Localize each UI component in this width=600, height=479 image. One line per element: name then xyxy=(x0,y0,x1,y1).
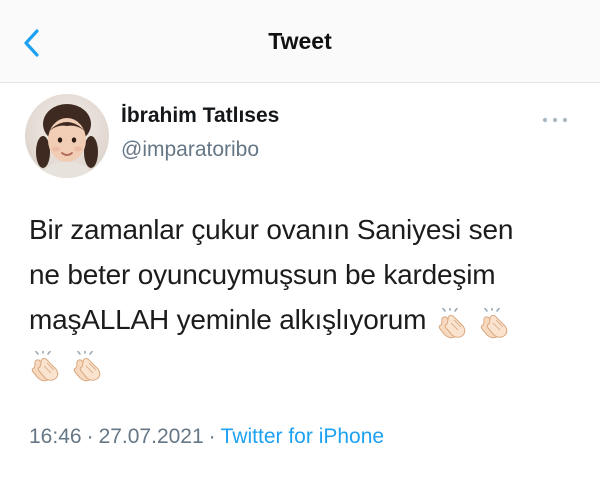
tweet-text-line: ne beter oyuncuymuşsun be kardeşim xyxy=(29,259,496,290)
tweet-time: 16:46 xyxy=(29,425,82,448)
more-options-button[interactable] xyxy=(540,113,570,125)
emoji-group xyxy=(436,299,520,344)
tweet-text-line: Bir zamanlar çukur ovanın Saniyesi sen xyxy=(29,214,514,245)
tweet-text-segment: maşALLAH yeminle alkışlıyorum xyxy=(29,304,427,335)
tweet-meta: 16:46 · 27.07.2021 · Twitter for iPhone xyxy=(29,425,384,449)
tweet-text-line: maşALLAH yeminle alkışlıyorum xyxy=(29,297,589,344)
avatar[interactable] xyxy=(25,94,109,178)
avatar-image xyxy=(25,94,109,178)
ellipsis-icon xyxy=(542,117,568,123)
tweet-text: Bir zamanlar çukur ovanın Saniyesi sen n… xyxy=(29,207,589,387)
clapping-hands-icon xyxy=(29,349,63,383)
tweet-date: 27.07.2021 xyxy=(98,425,204,448)
separator: · xyxy=(86,425,94,448)
separator: · xyxy=(208,425,216,448)
tweet-source-link[interactable]: Twitter for iPhone xyxy=(221,425,384,448)
clapping-hands-icon xyxy=(436,306,470,340)
page-title: Tweet xyxy=(268,28,332,54)
emoji-line xyxy=(29,342,589,387)
author-handle: @imparatoribo xyxy=(121,138,260,161)
tweet-detail-screen: Tweet İbrahim Tatlıses @imparatoribo Bir… xyxy=(0,0,600,479)
clapping-hands-icon xyxy=(478,306,512,340)
author-display-name[interactable]: İbrahim Tatlıses xyxy=(121,104,279,128)
top-bar: Tweet xyxy=(0,0,600,83)
clapping-hands-icon xyxy=(71,349,105,383)
